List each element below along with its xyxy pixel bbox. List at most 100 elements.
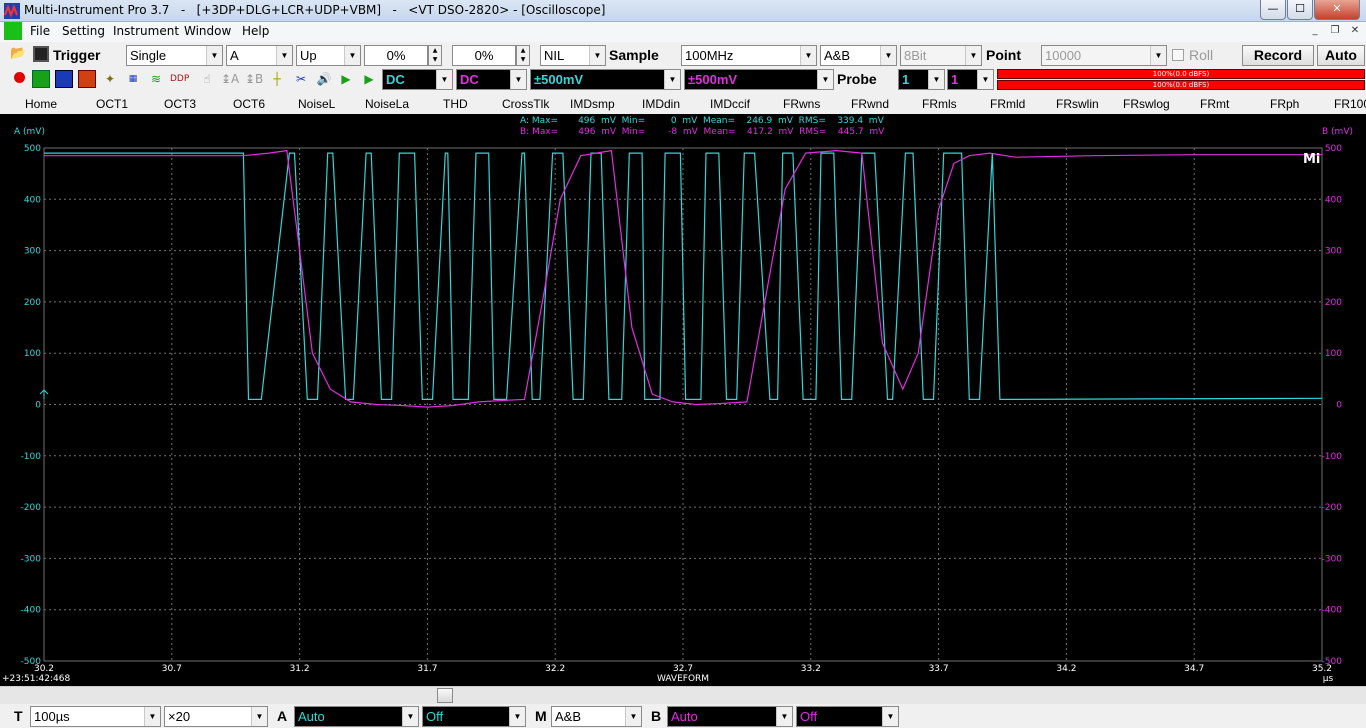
tab-noisel[interactable]: NoiseL — [298, 97, 335, 111]
play-once-icon[interactable]: ▶ — [360, 70, 378, 88]
trigger-edge-select[interactable]: Up ▼ — [296, 45, 361, 66]
spectrum-3d-icon[interactable]: ▦ — [124, 70, 142, 88]
tab-frmt[interactable]: FRmt — [1200, 97, 1229, 111]
data-logger-icon[interactable]: ≋ — [147, 70, 165, 88]
chevron-down-icon: ▼ — [776, 707, 792, 726]
channel-a-mode-select[interactable]: Auto ▼ — [294, 706, 419, 727]
sample-rate-select[interactable]: 100MHz ▼ — [681, 45, 817, 66]
trigger-position-input[interactable]: 0% — [452, 45, 516, 66]
menu-help[interactable]: Help — [242, 24, 269, 38]
zoom-select[interactable]: ×20 ▼ — [164, 706, 268, 727]
tab-frmld[interactable]: FRmld — [990, 97, 1025, 111]
maximize-button[interactable]: ☐ — [1287, 0, 1313, 20]
y-tick-label-right: 200 — [1325, 298, 1342, 308]
record-dot-icon[interactable] — [10, 70, 28, 88]
signal-generator-icon[interactable]: ✦ — [101, 70, 119, 88]
tab-crosstlk[interactable]: CrossTlk — [502, 97, 549, 111]
channel-b-label: B — [651, 708, 662, 724]
spectrum-analyzer-icon[interactable] — [55, 70, 73, 88]
hand-tool-icon[interactable]: ☝ — [198, 70, 216, 88]
trigger-level-spinner[interactable]: ▲ ▼ — [428, 45, 442, 66]
mdi-restore-icon[interactable]: ❐ — [1326, 24, 1344, 40]
tab-frswlog[interactable]: FRswlog — [1123, 97, 1170, 111]
cursor-b-icon[interactable]: ↨B — [245, 70, 263, 88]
trigger-position-spinner[interactable]: ▲ ▼ — [516, 45, 530, 66]
tab-frmls[interactable]: FRmls — [922, 97, 957, 111]
speaker-icon[interactable]: 🔊 — [315, 70, 333, 88]
probe-a-select[interactable]: 1 ▼ — [898, 69, 945, 90]
tab-home[interactable]: Home — [25, 97, 57, 111]
window-title: Multi-Instrument Pro 3.7 - [+3DP+DLG+LCR… — [24, 3, 606, 17]
roll-label: Roll — [1189, 47, 1214, 63]
tab-oct3[interactable]: OCT3 — [164, 97, 196, 111]
bit-depth-select[interactable]: 8Bit ▼ — [900, 45, 982, 66]
x-axis-title: WAVEFORM — [657, 674, 709, 684]
chevron-down-icon: ▼ — [344, 46, 360, 65]
horizontal-scrollbar[interactable] — [0, 686, 1366, 704]
coupling-b-select[interactable]: DC ▼ — [456, 69, 527, 90]
multimeter-icon[interactable] — [78, 70, 96, 88]
menu-file[interactable]: File — [30, 24, 50, 38]
probe-b-select[interactable]: 1 ▼ — [947, 69, 994, 90]
waveform-chart[interactable]: 5004003002001000-100-200-300-400-500 500… — [0, 114, 1366, 686]
tab-frswlin[interactable]: FRswlin — [1056, 97, 1099, 111]
tab-oct1[interactable]: OCT1 — [96, 97, 128, 111]
tab-oct6[interactable]: OCT6 — [233, 97, 265, 111]
timebase-select[interactable]: 100µs ▼ — [30, 706, 161, 727]
oscilloscope-icon[interactable] — [32, 70, 50, 88]
trigger-level-input[interactable]: 0% — [364, 45, 428, 66]
mdi-minimize-icon[interactable]: _ — [1306, 24, 1324, 40]
math-mode-select[interactable]: A&B ▼ — [551, 706, 642, 727]
minimize-button[interactable]: — — [1260, 0, 1286, 20]
trigger-source-select[interactable]: A ▼ — [226, 45, 293, 66]
coupling-a-select[interactable]: DC ▼ — [382, 69, 453, 90]
tab-imddin[interactable]: IMDdin — [642, 97, 680, 111]
tab-thd[interactable]: THD — [443, 97, 468, 111]
y-tick-label-left: 100 — [24, 349, 41, 359]
close-button[interactable]: ✕ — [1314, 0, 1360, 20]
chevron-down-icon: ▼ — [965, 46, 981, 65]
save-icon[interactable] — [33, 46, 49, 62]
menu-instrument[interactable]: Instrument — [113, 24, 179, 38]
mdi-close-icon[interactable]: ✕ — [1346, 24, 1364, 40]
scrollbar-thumb[interactable] — [437, 688, 453, 703]
channel-a-option-select[interactable]: Off ▼ — [422, 706, 526, 727]
tab-frwns[interactable]: FRwns — [783, 97, 820, 111]
channel-b-option-select[interactable]: Off ▼ — [796, 706, 899, 727]
tab-frwnd[interactable]: FRwnd — [851, 97, 889, 111]
play-icon[interactable]: ▶ — [337, 70, 355, 88]
tab-frph[interactable]: FRph — [1270, 97, 1299, 111]
tab-imdsmp[interactable]: IMDsmp — [570, 97, 615, 111]
menu-setting[interactable]: Setting — [62, 24, 105, 38]
chevron-down-icon: ▼ — [817, 70, 833, 89]
dc-meter-icon[interactable]: DDP — [170, 70, 189, 88]
channels-select[interactable]: A&B ▼ — [820, 45, 897, 66]
marker-icon[interactable]: ┼ — [268, 70, 286, 88]
range-b-select[interactable]: ±500mV ▼ — [684, 69, 834, 90]
y-tick-label-right: 300 — [1325, 247, 1342, 257]
tab-imdccif[interactable]: IMDccif — [710, 97, 750, 111]
auto-button[interactable]: Auto — [1317, 45, 1365, 66]
trigger-marker-icon[interactable] — [39, 389, 49, 399]
series-line-a — [44, 152, 1323, 401]
open-folder-icon[interactable]: 📂 — [10, 47, 26, 61]
nil-select[interactable]: NIL ▼ — [540, 45, 606, 66]
right-axis-label: B (mV) — [1322, 127, 1353, 137]
roll-checkbox[interactable] — [1172, 49, 1184, 61]
x-axis-unit: µs — [1323, 674, 1334, 684]
chevron-down-icon: ▼ — [402, 707, 418, 726]
cursor-a-icon[interactable]: ↨A — [221, 70, 239, 88]
range-a-select[interactable]: ±500mV ▼ — [530, 69, 681, 90]
channel-b-mode-select[interactable]: Auto ▼ — [667, 706, 793, 727]
tab-fr100[interactable]: FR100 — [1334, 97, 1366, 111]
tab-noisela[interactable]: NoiseLa — [365, 97, 409, 111]
record-button[interactable]: Record — [1242, 45, 1314, 66]
y-tick-label-left: 0 — [35, 401, 41, 411]
menu-window[interactable]: Window — [184, 24, 231, 38]
points-select[interactable]: 10000 ▼ — [1041, 45, 1167, 66]
probe-tool-icon[interactable]: ✂ — [292, 70, 310, 88]
stats-channel-b: B: Max= 496 mV Min= -8 mV Mean= 417.2 mV… — [520, 127, 885, 137]
trigger-mode-select[interactable]: Single ▼ — [126, 45, 223, 66]
oscilloscope-display[interactable]: 500 400 300 200 100 0 -100 -200 -300 -400 -500 500… — [0, 114, 1366, 686]
x-tick-label: 31.2 — [290, 664, 310, 674]
